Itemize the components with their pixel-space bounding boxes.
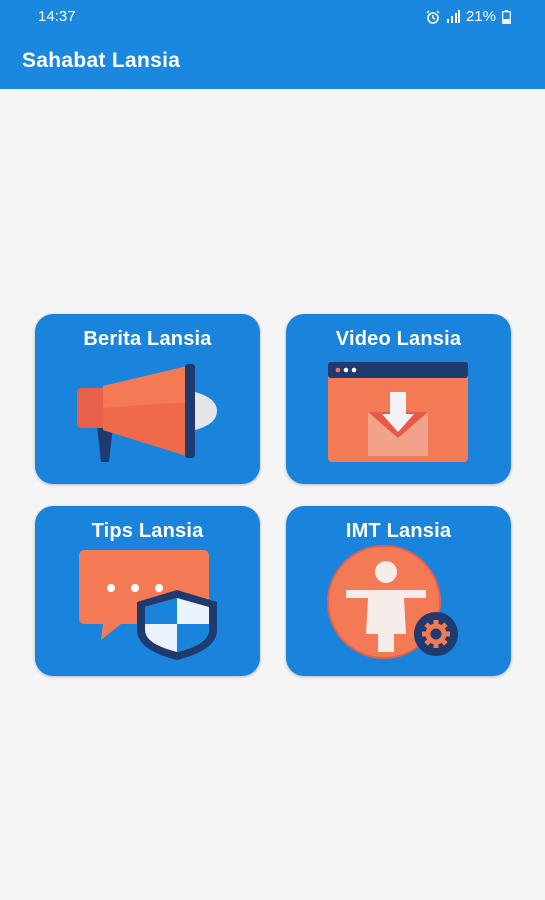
app-bar: Sahabat Lansia bbox=[0, 34, 545, 89]
video-download-icon bbox=[328, 362, 468, 462]
app-title: Sahabat Lansia bbox=[22, 49, 181, 72]
body-settings-icon bbox=[327, 545, 458, 659]
imt-lansia-button[interactable]: IMT Lansia bbox=[286, 506, 511, 676]
battery-percent: 21% bbox=[465, 8, 496, 25]
signal-icon bbox=[446, 10, 460, 23]
megaphone-icon bbox=[77, 364, 217, 462]
video-lansia-button[interactable]: Video Lansia bbox=[286, 314, 511, 484]
status-time: 14:37 bbox=[38, 8, 76, 25]
tips-lansia-button[interactable]: Tips Lansia bbox=[35, 506, 260, 676]
berita-lansia-button[interactable]: Berita Lansia bbox=[35, 314, 260, 484]
alarm-icon bbox=[426, 10, 440, 24]
battery-icon bbox=[502, 9, 511, 24]
status-bar: 14:37 21% bbox=[0, 0, 545, 34]
chat-shield-icon bbox=[79, 550, 217, 660]
status-icons: 21% bbox=[426, 8, 511, 25]
